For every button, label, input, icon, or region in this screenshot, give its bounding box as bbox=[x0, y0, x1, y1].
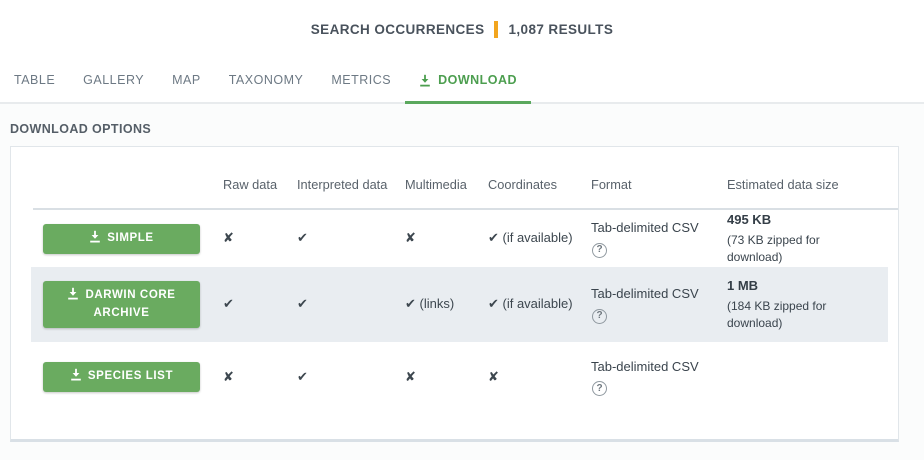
coordinates-mark: ✘ bbox=[488, 368, 591, 387]
format-label: Tab-delimited CSV bbox=[591, 285, 717, 304]
raw-data-mark: ✘ bbox=[223, 229, 297, 248]
card-bottom-spacer bbox=[11, 412, 898, 439]
column-header-coordinates: Coordinates bbox=[488, 177, 591, 192]
row-button-cell: DARWIN CORE ARCHIVE bbox=[33, 281, 223, 328]
download-options-card: Raw data Interpreted data Multimedia Coo… bbox=[10, 146, 899, 442]
interpreted-data-mark: ✔ bbox=[297, 368, 405, 387]
column-header-interpreted-data: Interpreted data bbox=[297, 177, 405, 192]
download-button-label: DARWIN CORE ARCHIVE bbox=[85, 289, 175, 318]
help-icon[interactable]: ? bbox=[592, 243, 607, 258]
results-separator bbox=[494, 21, 498, 38]
tab-bar: TABLE GALLERY MAP TAXONOMY METRICS DOWNL… bbox=[0, 60, 924, 104]
raw-data-mark: ✘ bbox=[223, 368, 297, 387]
estimated-size-cell: 1 MB (184 KB zipped for download) bbox=[727, 277, 888, 331]
interpreted-data-mark: ✔ bbox=[297, 295, 405, 314]
download-button-label: SIMPLE bbox=[107, 232, 153, 244]
multimedia-mark: ✔ (links) bbox=[405, 295, 488, 314]
size-value: 1 MB bbox=[727, 277, 878, 296]
results-count: 1,087 RESULTS bbox=[508, 22, 613, 37]
size-value: 495 KB bbox=[727, 211, 878, 230]
main-section: DOWNLOAD OPTIONS Raw data Interpreted da… bbox=[0, 104, 924, 460]
tab-table[interactable]: TABLE bbox=[0, 60, 69, 102]
download-icon bbox=[419, 74, 431, 87]
raw-data-mark: ✔ bbox=[223, 295, 297, 314]
estimated-size-cell: 495 KB (73 KB zipped for download) bbox=[727, 211, 888, 265]
coordinates-mark: ✔ (if available) bbox=[488, 295, 591, 314]
tab-label: GALLERY bbox=[83, 73, 144, 87]
column-header-raw-data: Raw data bbox=[223, 177, 297, 192]
tab-taxonomy[interactable]: TAXONOMY bbox=[215, 60, 318, 102]
tab-download[interactable]: DOWNLOAD bbox=[405, 60, 531, 102]
format-cell: Tab-delimited CSV ? bbox=[591, 219, 727, 258]
multimedia-mark: ✘ bbox=[405, 368, 488, 387]
column-header-estimated-size: Estimated data size bbox=[727, 177, 898, 192]
download-icon bbox=[70, 368, 82, 381]
size-note: (184 KB zipped for download) bbox=[727, 298, 878, 332]
download-icon bbox=[67, 287, 79, 300]
species-list-download-button[interactable]: SPECIES LIST bbox=[43, 362, 200, 392]
coordinates-mark: ✔ (if available) bbox=[488, 229, 591, 248]
darwin-core-archive-download-button[interactable]: DARWIN CORE ARCHIVE bbox=[43, 281, 200, 328]
tab-map[interactable]: MAP bbox=[158, 60, 215, 102]
help-icon[interactable]: ? bbox=[592, 381, 607, 396]
row-button-cell: SPECIES LIST bbox=[33, 362, 223, 392]
tab-label: DOWNLOAD bbox=[438, 73, 517, 87]
page-header: SEARCH OCCURRENCES 1,087 RESULTS bbox=[0, 0, 924, 51]
tab-gallery[interactable]: GALLERY bbox=[69, 60, 158, 102]
tab-label: METRICS bbox=[331, 73, 391, 87]
tab-metrics[interactable]: METRICS bbox=[317, 60, 405, 102]
tab-label: TABLE bbox=[14, 73, 55, 87]
help-icon[interactable]: ? bbox=[592, 309, 607, 324]
format-cell: Tab-delimited CSV ? bbox=[591, 358, 727, 397]
download-row-species-list: SPECIES LIST ✘ ✔ ✘ ✘ Tab-delimited CSV ? bbox=[31, 342, 888, 412]
download-icon bbox=[89, 230, 101, 243]
column-header-format: Format bbox=[591, 177, 727, 192]
multimedia-mark: ✘ bbox=[405, 229, 488, 248]
size-note: (73 KB zipped for download) bbox=[727, 232, 878, 266]
simple-download-button[interactable]: SIMPLE bbox=[43, 224, 200, 254]
download-button-label: SPECIES LIST bbox=[88, 370, 173, 382]
interpreted-data-mark: ✔ bbox=[297, 229, 405, 248]
tab-label: MAP bbox=[172, 73, 201, 87]
format-cell: Tab-delimited CSV ? bbox=[591, 285, 727, 324]
tab-label: TAXONOMY bbox=[229, 73, 304, 87]
format-label: Tab-delimited CSV bbox=[591, 358, 717, 377]
table-header-row: Raw data Interpreted data Multimedia Coo… bbox=[33, 147, 898, 210]
download-row-darwin-core-archive: DARWIN CORE ARCHIVE ✔ ✔ ✔ (links) ✔ (if … bbox=[31, 267, 888, 342]
section-title: DOWNLOAD OPTIONS bbox=[10, 122, 924, 136]
column-header-multimedia: Multimedia bbox=[405, 177, 488, 192]
row-button-cell: SIMPLE bbox=[33, 224, 223, 254]
format-label: Tab-delimited CSV bbox=[591, 219, 717, 238]
download-row-simple: SIMPLE ✘ ✔ ✘ ✔ (if available) Tab-delimi… bbox=[31, 210, 888, 267]
table-body: SIMPLE ✘ ✔ ✘ ✔ (if available) Tab-delimi… bbox=[11, 210, 898, 412]
page-title: SEARCH OCCURRENCES bbox=[311, 22, 485, 37]
